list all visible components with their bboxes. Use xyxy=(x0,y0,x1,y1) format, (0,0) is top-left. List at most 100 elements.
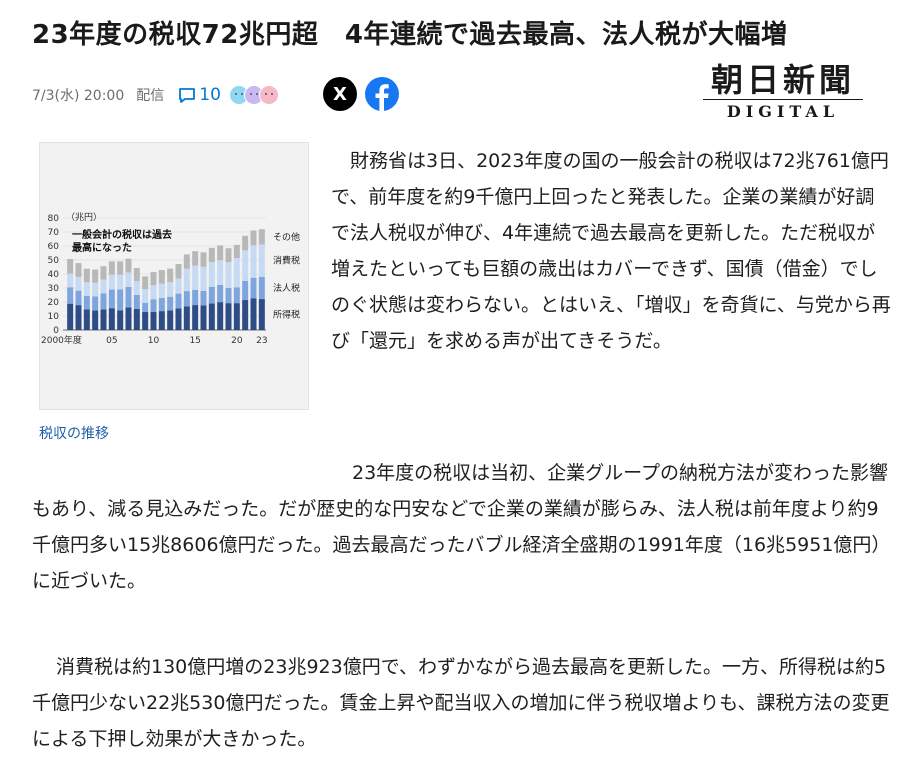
chart-bar-segment xyxy=(117,289,124,311)
chart-bar-segment xyxy=(250,298,257,330)
chart-bar-segment xyxy=(217,284,224,303)
chart-bar-segment xyxy=(100,279,107,294)
chart-bar-segment xyxy=(67,259,74,274)
chart-y-tick-label: 10 xyxy=(48,312,60,322)
chart-bar-segment xyxy=(92,282,99,297)
chart-bar-segment xyxy=(233,303,240,330)
chart-x-tick-label: 10 xyxy=(148,336,160,346)
chart-x-tick-label: 05 xyxy=(106,336,117,346)
chart-bar-segment xyxy=(133,309,140,330)
chart-bar-segment xyxy=(67,287,74,304)
chart-bar-segment xyxy=(225,248,232,263)
chart-bar-segment xyxy=(150,311,157,330)
tax-revenue-chart[interactable]: 0 10 20 30 40 50 60 70 80 （兆円） 一般会計の税収は過去 最高になった 所得税… xyxy=(39,142,309,410)
chart-bar-segment xyxy=(142,276,149,290)
chart-bar-segment xyxy=(92,269,99,283)
chart-bar-segment xyxy=(100,293,107,310)
chart-bar-segment xyxy=(67,273,74,288)
chart-bar-segment xyxy=(125,307,132,330)
chart-bar-segment xyxy=(183,291,190,307)
chart-bar-segment xyxy=(225,262,232,288)
chart-bar-segment xyxy=(242,300,249,330)
chart-bar-segment xyxy=(217,302,224,330)
chart-bar-segment xyxy=(142,302,149,312)
chart-bar-segment xyxy=(258,229,265,245)
chart-svg: 0 10 20 30 40 50 60 70 80 （兆円） 一般会計の税収は過去最高になった所得税… xyxy=(41,212,300,346)
chart-bar-segment xyxy=(158,297,165,312)
chart-y-tick-label: 80 xyxy=(48,214,60,224)
chart-title-line-2: 最高になった xyxy=(72,241,132,254)
chart-bar-segment xyxy=(92,310,99,330)
chart-title-line-1: 一般会計の税収は過去 xyxy=(72,228,172,241)
chart-bar-segment xyxy=(208,303,215,330)
chart-bar-segment xyxy=(175,278,182,294)
chart-bar-segment xyxy=(233,258,240,288)
share-facebook-button[interactable] xyxy=(365,77,399,111)
chart-bar-segment xyxy=(133,281,140,295)
chart-bar-segment xyxy=(67,303,74,330)
chart-bar-segment xyxy=(242,235,249,251)
chart-bar-segment xyxy=(258,276,265,300)
chart-bar-segment xyxy=(192,265,199,290)
chart-bar-segment xyxy=(117,310,124,330)
chart-bar-segment xyxy=(117,261,124,275)
comment-count: 10 xyxy=(199,85,221,105)
chart-bar-segment xyxy=(175,308,182,330)
article-headline: 23年度の税収72兆円超 4年連続で過去最高、法人税が大幅増 xyxy=(32,20,788,50)
chart-bar-segment xyxy=(183,306,190,330)
chart-bar-segment xyxy=(233,287,240,304)
chart-bar-segment xyxy=(75,263,82,277)
delivery-label: 配信 xyxy=(136,88,165,104)
chart-bar-segment xyxy=(225,303,232,330)
chart-bar-segment xyxy=(167,310,174,330)
chart-y-tick-label: 40 xyxy=(48,270,60,280)
figure-caption[interactable]: 税収の推移 xyxy=(39,423,109,443)
chart-bar-segment xyxy=(258,299,265,330)
logo-divider xyxy=(703,99,863,100)
chart-y-tick-label: 0 xyxy=(53,326,59,336)
chart-bar-segment xyxy=(92,296,99,311)
chart-bar-segment xyxy=(133,295,140,309)
chart-bar-segment xyxy=(83,268,90,283)
chart-bar-segment xyxy=(158,270,165,284)
chart-bar-segment xyxy=(167,268,174,283)
chart-bar-segment xyxy=(200,290,207,306)
publisher-logo-en: DIGITAL xyxy=(726,102,840,121)
chart-bar-segment xyxy=(75,276,82,291)
chart-x-tick-label: 20 xyxy=(231,336,243,346)
chart-bar-segment xyxy=(192,289,199,306)
share-x-button[interactable]: X xyxy=(323,77,357,111)
chart-bar-segment xyxy=(100,266,107,280)
chart-bar-segment xyxy=(108,289,115,309)
chart-bar-segment xyxy=(142,289,149,303)
speech-bubble-icon xyxy=(179,87,196,103)
publisher-logo: 朝日新聞 DIGITAL xyxy=(697,62,869,121)
chart-bar-segment xyxy=(75,290,82,306)
comment-button[interactable]: 10 xyxy=(178,85,221,105)
chart-bar-segment xyxy=(192,305,199,330)
chart-unit-label: （兆円） xyxy=(66,212,102,223)
chart-bar-segment xyxy=(83,309,90,330)
article-paragraph-3: 消費税は約130億円増の23兆923億円で、わずかながら過去最高を更新した。一方… xyxy=(32,656,890,750)
article-paragraph-1: 財務省は3日、2023年度の国の一般会計の税収は72兆761億円で、前年度を約9… xyxy=(331,150,891,352)
facebook-logo-icon xyxy=(375,84,389,111)
chart-bar-segment xyxy=(192,251,199,266)
publisher-logo-jp: 朝日新聞 xyxy=(710,61,855,99)
chart-x-tick-label: 2000年度 xyxy=(41,334,82,346)
chart-y-tick-label: 60 xyxy=(48,242,60,252)
chart-bar-segment xyxy=(200,266,207,291)
chart-y-tick-label: 50 xyxy=(48,256,60,266)
chart-bar-segment xyxy=(117,274,124,290)
chart-x-tick-label: 23 xyxy=(256,336,267,346)
chart-bar-segment xyxy=(83,295,90,310)
chart-bar-segment xyxy=(208,286,215,304)
chart-bar-segment xyxy=(208,262,215,287)
reaction-icons[interactable] xyxy=(228,85,279,105)
chart-bar-segment xyxy=(167,296,174,311)
chart-bar-segment xyxy=(258,244,265,277)
chart-bar-segment xyxy=(100,309,107,330)
chart-bar-segment xyxy=(217,260,224,285)
chart-bar-segment xyxy=(125,272,132,287)
chart-bar-segment xyxy=(225,288,232,304)
chart-legend-label: その他 xyxy=(273,231,300,243)
